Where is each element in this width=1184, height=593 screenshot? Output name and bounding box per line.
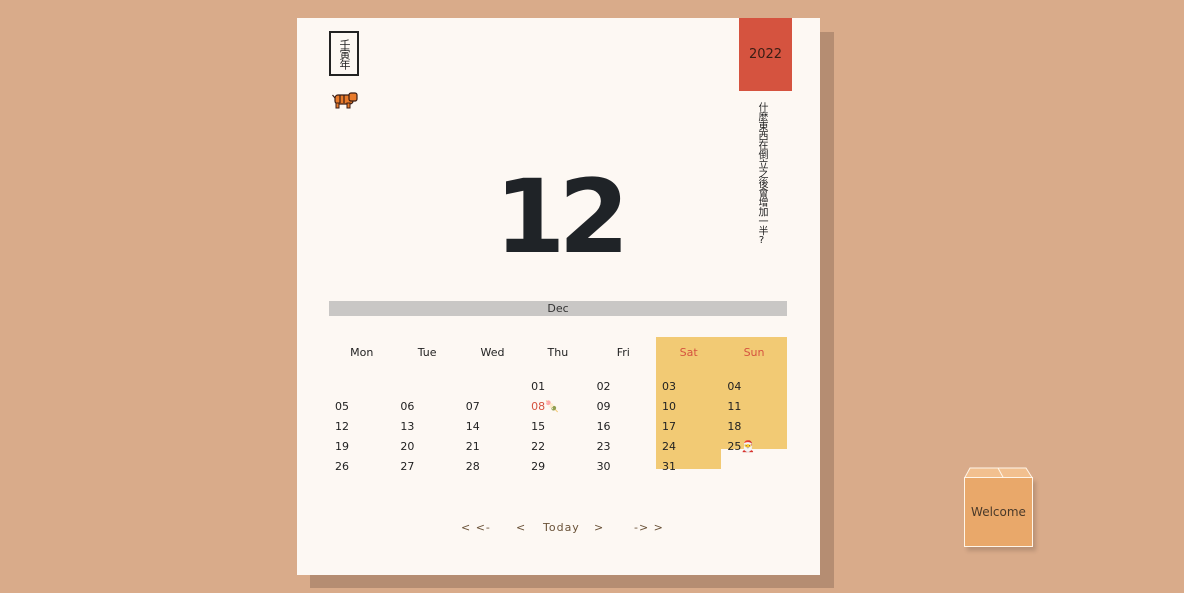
grid-spacer	[525, 368, 590, 377]
calendar-grid: Mon Tue Wed Thu Fri Sat Sun 01 02 03 04 05 06 07 08🍡 09…	[329, 337, 787, 477]
empty-cell	[394, 377, 459, 397]
lunar-year-stamp: 壬寅年	[329, 31, 359, 76]
empty-cell	[329, 377, 394, 397]
day-cell[interactable]: 17	[656, 417, 721, 437]
day-number: 20	[400, 440, 415, 453]
day-cell[interactable]: 08🍡	[525, 397, 590, 417]
day-number: 25	[727, 440, 742, 453]
day-cell[interactable]: 03	[656, 377, 721, 397]
day-number: 12	[335, 420, 349, 433]
day-number: 17	[661, 420, 676, 433]
day-cell[interactable]: 30	[591, 457, 656, 477]
day-cell[interactable]: 06	[394, 397, 459, 417]
grid-spacer	[460, 368, 525, 377]
day-number: 23	[596, 440, 611, 453]
day-number: 10	[661, 400, 676, 413]
day-cell[interactable]: 13	[394, 417, 459, 437]
day-cell[interactable]: 29	[525, 457, 590, 477]
day-cell[interactable]: 24	[656, 437, 721, 457]
day-cell[interactable]: 23	[591, 437, 656, 457]
weekday-header: Sun	[743, 346, 765, 359]
year-tab: 2022	[739, 18, 792, 91]
day-number: 14	[465, 420, 480, 433]
day-cell[interactable]: 20	[394, 437, 459, 457]
day-number: 01	[531, 380, 546, 393]
day-cell[interactable]: 02	[591, 377, 656, 397]
day-number: 11	[727, 400, 742, 413]
day-number: 16	[596, 420, 611, 433]
day-cell[interactable]: 07	[460, 397, 525, 417]
next-month-button[interactable]: >	[594, 521, 604, 534]
day-cell[interactable]: 12	[329, 417, 394, 437]
day-cell[interactable]: 14	[460, 417, 525, 437]
day-number: 06	[400, 400, 415, 413]
day-cell[interactable]: 18	[721, 417, 786, 437]
day-number: 15	[531, 420, 546, 433]
day-cell[interactable]: 26	[329, 457, 394, 477]
day-cell[interactable]: 04	[721, 377, 786, 397]
welcome-box[interactable]: Welcome	[964, 467, 1034, 547]
big-day-number: 12	[494, 158, 630, 277]
weekday-header: Sat	[679, 346, 698, 359]
empty-cell	[460, 377, 525, 397]
day-cell[interactable]: 19	[329, 437, 394, 457]
grid-spacer	[329, 368, 394, 377]
day-number: 30	[596, 460, 611, 473]
prev-month-button[interactable]: <	[516, 521, 526, 534]
day-number: 02	[596, 380, 611, 393]
welcome-label: Welcome	[964, 477, 1033, 547]
day-cell[interactable]: 27	[394, 457, 459, 477]
weekday-header: Mon	[350, 346, 374, 359]
empty-cell	[721, 457, 786, 477]
day-cell[interactable]: 11	[721, 397, 786, 417]
weekday-header: Fri	[616, 346, 630, 359]
day-number: 05	[335, 400, 349, 413]
day-cell[interactable]: 28	[460, 457, 525, 477]
day-number: 26	[335, 460, 349, 473]
weekday-header: Wed	[480, 346, 505, 359]
day-number: 19	[335, 440, 349, 453]
grid-spacer	[394, 368, 459, 377]
grid-spacer	[656, 368, 721, 377]
day-cell[interactable]: 31	[656, 457, 721, 477]
weekday-header: Thu	[547, 346, 569, 359]
grid-spacer	[721, 368, 786, 377]
day-cell[interactable]: 21	[460, 437, 525, 457]
tiger-icon	[332, 92, 358, 109]
day-number: 21	[465, 440, 480, 453]
day-number: 04	[727, 380, 742, 393]
dumpling-icon: 🍡	[545, 400, 559, 413]
grid-spacer	[591, 368, 656, 377]
day-cell[interactable]: 15	[525, 417, 590, 437]
day-number: 08	[531, 400, 546, 413]
year-label: 2022	[748, 47, 783, 62]
day-cell[interactable]: 10	[656, 397, 721, 417]
day-number: 22	[531, 440, 546, 453]
month-bar: Dec	[329, 301, 787, 316]
day-number: 27	[400, 460, 415, 473]
day-cell[interactable]: 09	[591, 397, 656, 417]
day-number: 28	[465, 460, 480, 473]
day-number: 18	[727, 420, 742, 433]
day-number: 07	[465, 400, 480, 413]
day-number: 13	[400, 420, 415, 433]
weekday-header: Tue	[417, 346, 437, 359]
day-cell[interactable]: 16	[591, 417, 656, 437]
day-cell[interactable]: 01	[525, 377, 590, 397]
day-number: 31	[661, 460, 676, 473]
santa-icon: 🎅	[741, 440, 756, 453]
day-cell[interactable]: 05	[329, 397, 394, 417]
day-number: 29	[531, 460, 546, 473]
day-cell[interactable]: 22	[525, 437, 590, 457]
prev-year-button[interactable]: < <-	[461, 521, 491, 534]
day-number: 03	[661, 380, 676, 393]
today-button[interactable]: Today	[543, 521, 580, 534]
next-year-button[interactable]: -> >	[634, 521, 664, 534]
day-number: 09	[596, 400, 611, 413]
calendar-card: 壬寅年 2022 什麼東西在倒立之後會增加一半? 12 Dec Mon Tue We…	[297, 18, 820, 575]
day-cell[interactable]: 25🎅	[721, 437, 786, 457]
day-number: 24	[661, 440, 676, 453]
